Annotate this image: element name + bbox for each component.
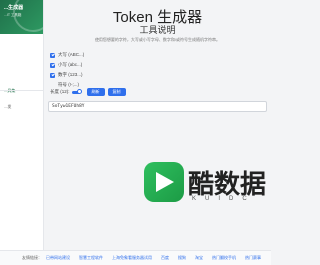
copy-button[interactable]: 复制 (107, 88, 126, 96)
token-output[interactable]: SoTyw1EFUh8Y (48, 101, 267, 112)
numbers-checkbox[interactable] (50, 72, 55, 78)
length-slider[interactable] (71, 89, 82, 94)
lowercase-label: 小写 (abc...) (58, 62, 83, 67)
char-options: 大写 (ABC...) 小写 (abc...) 数字 (123...) 符号 (… (50, 50, 84, 90)
watermark: 酷数据 KUIDC (144, 160, 266, 215)
footer-link[interactable]: 百度 (161, 255, 169, 261)
footer-link[interactable]: 上海免象看服务器试用 (112, 255, 152, 261)
footer-link[interactable]: 搜狗 (178, 255, 186, 261)
slider-thumb[interactable] (76, 89, 82, 94)
footer-link[interactable]: 热门翻校手机 (212, 255, 236, 261)
option-numbers[interactable]: 数字 (123...) (50, 70, 84, 80)
footer-link[interactable]: 已带网站建设 (46, 255, 70, 261)
sidebar: ...生成器 ...IT 工具箱 ...具集 ...发 (0, 0, 44, 265)
tool-description: 使用您想要的字符，大写或小写字母、数字和/或符号生成随机字符串。 (94, 37, 221, 42)
option-uppercase[interactable]: 大写 (ABC...) (50, 50, 84, 60)
sidebar-item-tools[interactable]: ...具集 (0, 86, 43, 96)
length-row: 长度 (12): 刷新 复制 (50, 88, 126, 96)
sidebar-divider (0, 90, 44, 91)
lowercase-checkbox[interactable] (50, 62, 55, 68)
play-logo-icon (144, 162, 184, 202)
sidebar-subtitle: ...IT 工具箱 (4, 13, 22, 17)
footer-links: 友情链接： 已带网站建设 智慧工程软件 上海免象看服务器试用 百度 搜狗 淘宝 … (0, 250, 271, 265)
length-label: 长度 (12): (50, 89, 70, 94)
page-subtitle: 工具说明 (139, 25, 176, 35)
numbers-label: 数字 (123...) (58, 72, 83, 77)
refresh-button[interactable]: 刷新 (86, 88, 105, 96)
footer-link[interactable]: 热门赛事 (245, 255, 261, 261)
footer-label: 友情链接： (22, 255, 42, 260)
uppercase-checkbox[interactable] (50, 52, 55, 58)
uppercase-label: 大写 (ABC...) (58, 52, 85, 57)
watermark-subtext: KUIDC (192, 196, 256, 202)
footer-link[interactable]: 智慧工程软件 (79, 255, 103, 261)
sidebar-item-dev[interactable]: ...发 (0, 102, 43, 112)
sidebar-brand[interactable]: ...生成器 ...IT 工具箱 (0, 0, 43, 34)
option-lowercase[interactable]: 小写 (abc...) (50, 60, 84, 70)
footer-link[interactable]: 淘宝 (195, 255, 203, 261)
main-content: Token 生成器 工具说明 使用您想要的字符，大写或小写字母、数字和/或符号生… (44, 0, 271, 250)
